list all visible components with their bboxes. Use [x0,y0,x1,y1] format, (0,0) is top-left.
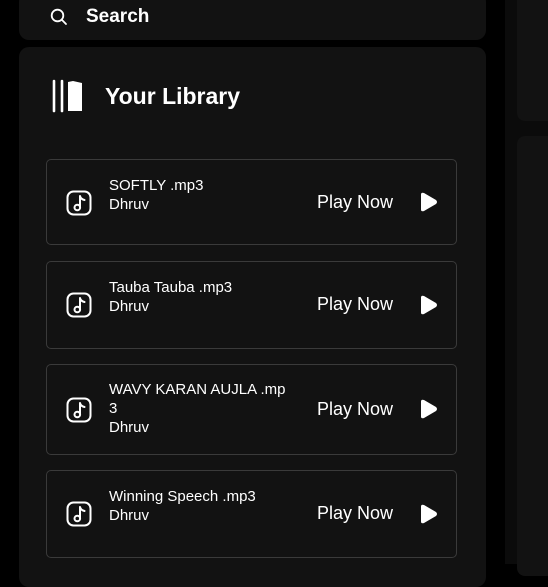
track-artist: Dhruv [109,298,150,315]
play-now-button[interactable]: Play Now [317,293,393,315]
right-panel-top [517,0,548,121]
library-icon [52,79,82,113]
play-now-button[interactable]: Play Now [317,398,393,420]
play-now-button[interactable]: Play Now [317,502,393,524]
track-title: Winning Speech .mp3 [109,488,256,505]
track-card[interactable]: Winning Speech .mp3 Dhruv Play Now [46,470,457,558]
right-panel-main [517,136,548,576]
music-note-icon [66,397,92,423]
track-card[interactable]: SOFTLY .mp3 Dhruv Play Now [46,159,457,245]
track-title: SOFTLY .mp3 [109,177,204,194]
search-bar[interactable]: Search [19,0,486,40]
track-title: Tauba Tauba .mp3 [109,279,233,296]
track-card[interactable]: Tauba Tauba .mp3 Dhruv Play Now [46,261,457,349]
search-icon [50,8,67,25]
play-now-button[interactable]: Play Now [317,191,393,213]
music-note-icon [66,292,92,318]
track-artist: Dhruv [109,419,150,436]
play-icon[interactable] [417,191,439,213]
track-artist: Dhruv [109,507,150,524]
track-title: WAVY KARAN AUJLA .mp3 [109,381,286,417]
search-label: Search [86,6,150,27]
track-card[interactable]: WAVY KARAN AUJLA .mp3 Dhruv Play Now [46,364,457,455]
music-note-icon [66,501,92,527]
library-panel: Your Library SOFTLY .mp3 Dhruv Play Now … [19,47,486,587]
play-icon[interactable] [417,294,439,316]
music-note-icon [66,190,92,216]
play-icon[interactable] [417,503,439,525]
track-artist: Dhruv [109,196,150,213]
play-icon[interactable] [417,398,439,420]
library-title: Your Library [105,83,241,109]
